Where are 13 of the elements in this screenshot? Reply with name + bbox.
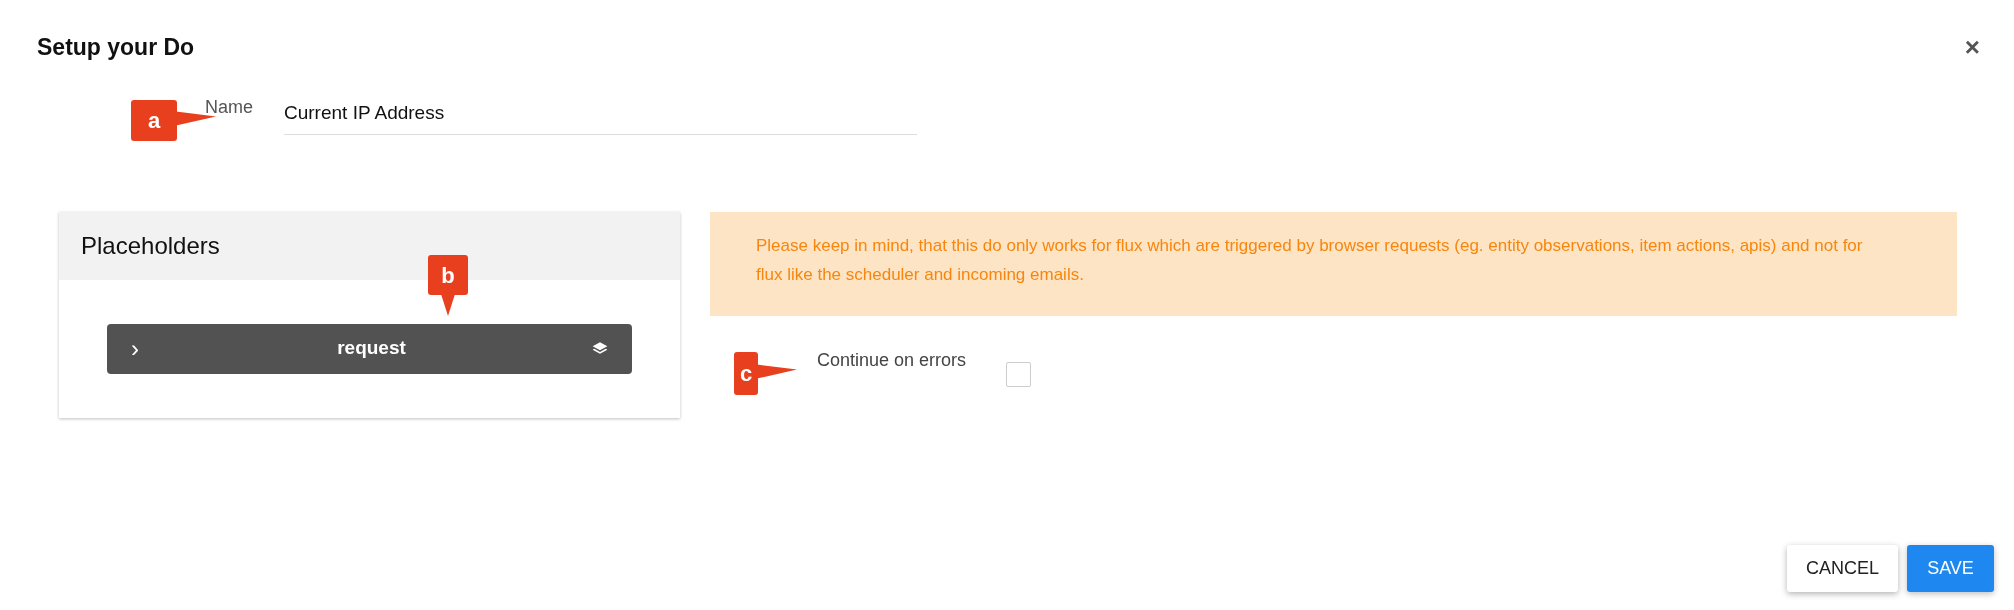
continue-on-errors-label: Continue on errors: [817, 348, 967, 372]
expand-button[interactable]: ›: [131, 336, 151, 361]
name-label: Name: [205, 95, 254, 119]
cancel-button[interactable]: CANCEL: [1787, 545, 1898, 592]
placeholder-item[interactable]: › request: [107, 323, 632, 374]
checkbox[interactable]: [1006, 361, 1032, 387]
warning-notice: Please keep in mind, that this do only works for flux which are triggered by browser requests (eg. entity observations, item actions, apis) and not for flux like the scheduler and incoming emails.: [710, 211, 1957, 316]
name-input-field[interactable]: Current IP Address: [284, 92, 917, 135]
close-button[interactable]: ×: [1964, 34, 1980, 61]
dialog-title: Setup your Do: [37, 33, 195, 62]
placeholder-label: request: [336, 336, 407, 361]
panel-title: Placeholders: [81, 230, 220, 261]
save-button[interactable]: SAVE: [1907, 545, 1994, 592]
